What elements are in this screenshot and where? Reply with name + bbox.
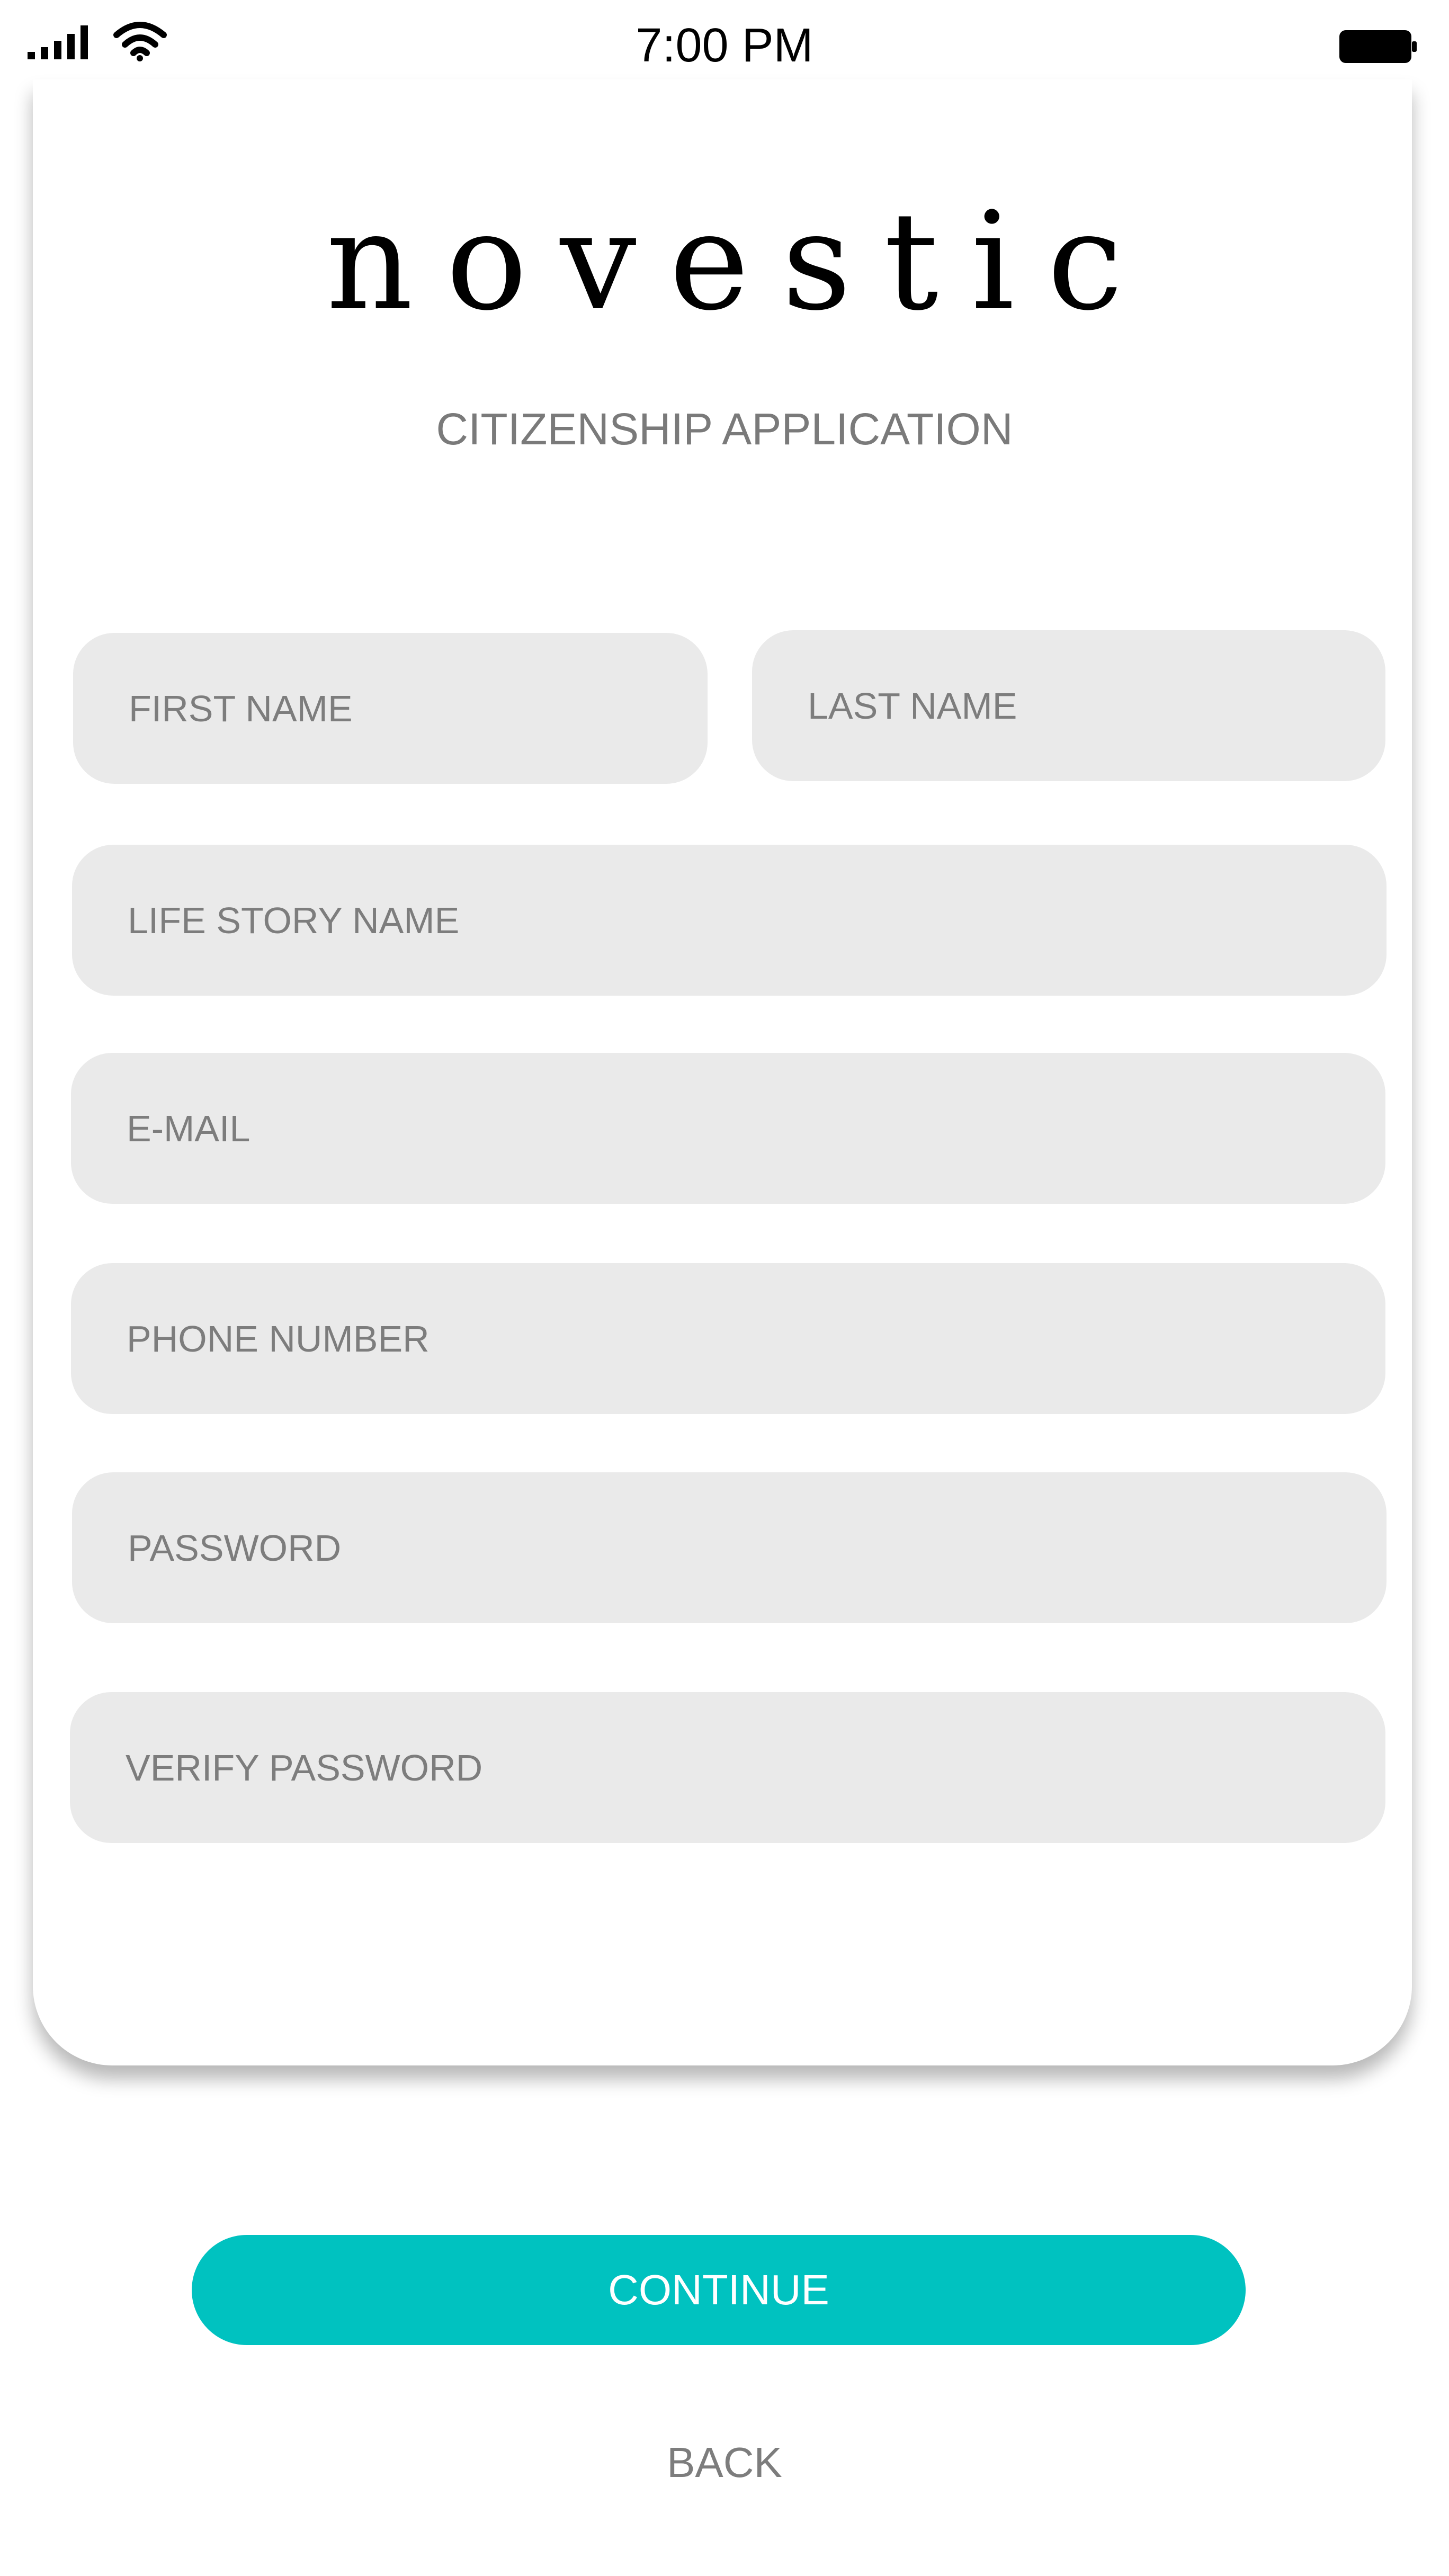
- life-story-name-placeholder: LIFE STORY NAME: [128, 899, 460, 941]
- status-bar: 7:00 PM: [0, 0, 1449, 90]
- first-name-placeholder: FIRST NAME: [129, 687, 353, 729]
- life-story-name-field[interactable]: LIFE STORY NAME: [72, 845, 1387, 996]
- last-name-field[interactable]: LAST NAME: [752, 630, 1385, 781]
- phone-number-field[interactable]: PHONE NUMBER: [71, 1263, 1385, 1414]
- status-time: 7:00 PM: [636, 19, 813, 72]
- verify-password-field[interactable]: VERIFY PASSWORD: [70, 1692, 1385, 1843]
- continue-button-label: CONTINUE: [608, 2266, 829, 2313]
- page-title: CITIZENSHIP APPLICATION: [436, 404, 1013, 454]
- first-name-field[interactable]: FIRST NAME: [73, 633, 708, 784]
- phone-number-placeholder: PHONE NUMBER: [127, 1318, 430, 1359]
- email-placeholder: E-MAIL: [127, 1107, 251, 1149]
- email-field[interactable]: E-MAIL: [71, 1053, 1385, 1204]
- novestic-logo: novestic: [326, 183, 1156, 341]
- password-field[interactable]: PASSWORD: [72, 1472, 1387, 1623]
- password-placeholder: PASSWORD: [128, 1527, 342, 1569]
- back-link[interactable]: BACK: [0, 2436, 1449, 2489]
- last-name-placeholder: LAST NAME: [808, 685, 1017, 727]
- verify-password-placeholder: VERIFY PASSWORD: [126, 1747, 483, 1788]
- battery-icon: [1339, 30, 1417, 63]
- continue-button[interactable]: CONTINUE: [192, 2235, 1246, 2345]
